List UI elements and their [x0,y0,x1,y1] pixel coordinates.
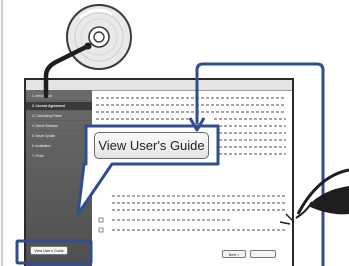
view-users-guide-small-button[interactable]: View User's Guide [30,246,68,255]
illustration-stage: 1. Introduction 2. License Agreement 3. … [0,0,349,266]
checkbox-icon [98,227,104,233]
cd-disc-icon [66,4,132,70]
cable-plug [84,42,92,50]
eye-icon [279,168,349,225]
checkbox-icon [98,217,104,223]
view-users-guide-button[interactable]: View User's Guide [94,132,209,159]
